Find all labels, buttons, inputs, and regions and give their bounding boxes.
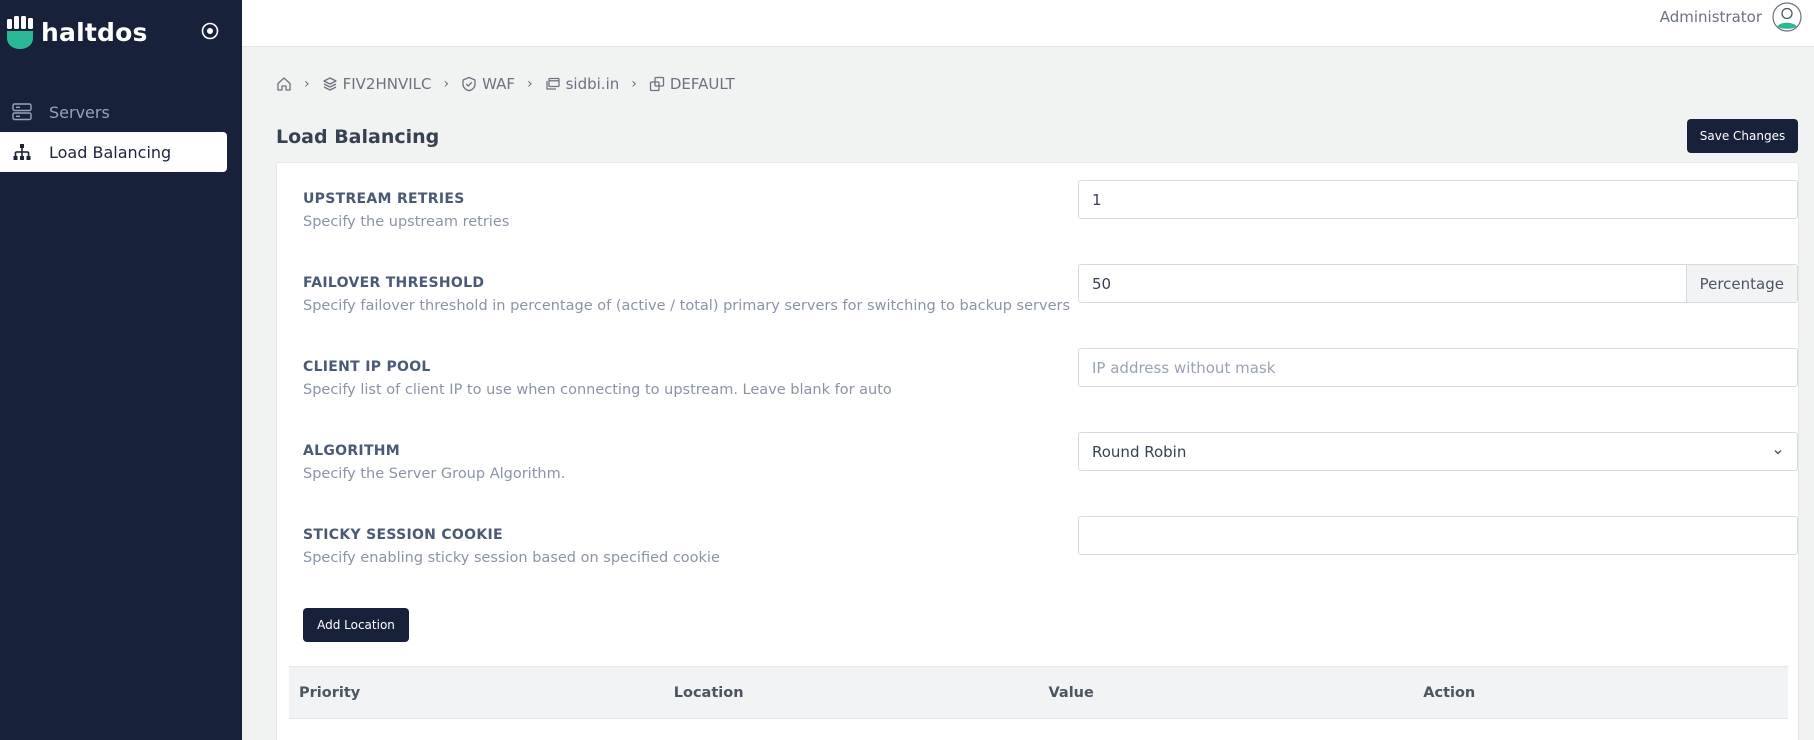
- failover-threshold-field: Percentage: [1078, 264, 1798, 303]
- failover-threshold-row: FAILOVER THRESHOLD Specify failover thre…: [303, 264, 1798, 314]
- target-circle-icon: [201, 22, 219, 40]
- locations-table-header: Priority Location Value Action: [289, 666, 1788, 719]
- add-location-button[interactable]: Add Location: [303, 608, 409, 642]
- client-ip-pool-input[interactable]: [1079, 349, 1797, 386]
- sidebar: haltdos Servers Load Balancing: [0, 0, 242, 740]
- breadcrumb-label: sidbi.in: [565, 75, 620, 93]
- logo-fist-icon: [7, 16, 33, 49]
- breadcrumb-item-waf[interactable]: WAF: [461, 75, 515, 93]
- breadcrumb: › FIV2HNVILC › WAF › sidbi.in › DEFAULT: [276, 75, 735, 93]
- breadcrumb-label: FIV2HNVILC: [342, 75, 432, 93]
- upstream-retries-row: UPSTREAM RETRIES Specify the upstream re…: [303, 180, 1798, 230]
- chevron-down-icon: [1774, 449, 1782, 454]
- breadcrumb-home[interactable]: [276, 76, 292, 92]
- column-header-priority[interactable]: Priority: [289, 685, 664, 701]
- sticky-session-cookie-row: STICKY SESSION COOKIE Specify enabling s…: [303, 516, 1798, 566]
- percentage-addon: Percentage: [1685, 265, 1797, 302]
- breadcrumb-separator: ›: [527, 76, 533, 92]
- user-avatar-icon: [1772, 2, 1802, 32]
- breadcrumb-item-profile[interactable]: DEFAULT: [649, 75, 735, 93]
- sidebar-item-servers[interactable]: Servers: [0, 92, 242, 132]
- copy-icon: [649, 76, 665, 92]
- shield-check-icon: [462, 76, 476, 92]
- algorithm-selected-value: Round Robin: [1092, 442, 1187, 461]
- column-header-location[interactable]: Location: [664, 685, 1039, 701]
- sidebar-toggle-button[interactable]: [199, 20, 221, 42]
- load-balancing-card: UPSTREAM RETRIES Specify the upstream re…: [276, 162, 1799, 740]
- sidebar-item-label: Load Balancing: [49, 142, 172, 162]
- breadcrumb-item-project[interactable]: FIV2HNVILC: [322, 75, 432, 93]
- column-header-value[interactable]: Value: [1039, 685, 1414, 701]
- home-icon: [277, 77, 291, 91]
- breadcrumb-label: WAF: [482, 75, 515, 93]
- layers-icon: [322, 77, 337, 91]
- breadcrumb-separator: ›: [631, 76, 637, 92]
- user-name: Administrator: [1659, 8, 1762, 26]
- algorithm-row: ALGORITHM Specify the Server Group Algor…: [303, 432, 1798, 482]
- breadcrumb-label: DEFAULT: [669, 75, 735, 93]
- sidebar-item-label: Servers: [49, 102, 110, 122]
- column-header-action: Action: [1423, 684, 1476, 701]
- sticky-session-cookie-input[interactable]: [1079, 517, 1797, 554]
- breadcrumb-separator: ›: [304, 76, 310, 92]
- upstream-retries-field: [1078, 180, 1798, 219]
- windows-icon: [545, 77, 560, 90]
- page-title: Load Balancing: [276, 126, 440, 148]
- top-bar: Administrator: [242, 0, 1814, 47]
- failover-threshold-input[interactable]: [1079, 265, 1686, 302]
- brand-name: haltdos: [41, 17, 148, 47]
- upstream-retries-input[interactable]: [1079, 181, 1797, 218]
- sidebar-nav: Servers Load Balancing: [0, 92, 242, 172]
- breadcrumb-item-site[interactable]: sidbi.in: [545, 75, 620, 93]
- client-ip-pool-field: [1078, 348, 1798, 387]
- breadcrumb-separator: ›: [443, 76, 450, 92]
- save-changes-button[interactable]: Save Changes: [1687, 119, 1798, 153]
- user-menu[interactable]: Administrator: [1660, 2, 1802, 32]
- client-ip-pool-row: CLIENT IP POOL Specify list of client IP…: [303, 348, 1798, 398]
- sticky-session-cookie-field: [1078, 516, 1798, 555]
- algorithm-select[interactable]: Round Robin: [1078, 432, 1798, 471]
- brand-logo[interactable]: haltdos: [6, 12, 148, 52]
- server-icon: [11, 101, 33, 123]
- sidebar-item-load-balancing[interactable]: Load Balancing: [0, 132, 227, 172]
- sitemap-icon: [11, 141, 33, 163]
